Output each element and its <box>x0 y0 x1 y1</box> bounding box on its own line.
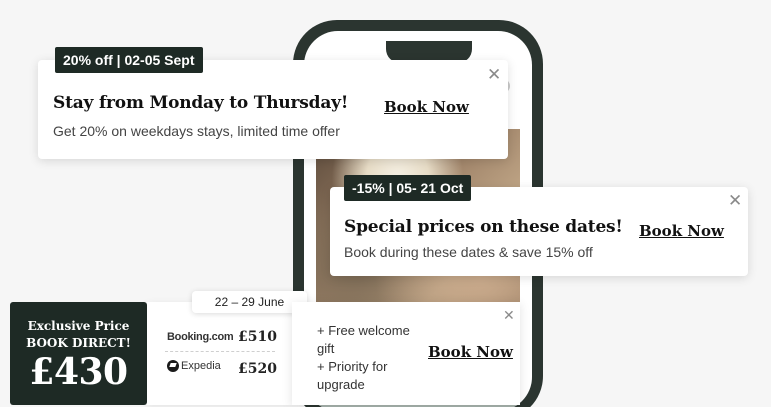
offer-tag: 20% off | 02-05 Sept <box>55 47 203 73</box>
site-price: £520 <box>238 361 277 377</box>
benefits-panel: + Free welcome gift + Priority for upgra… <box>292 302 520 405</box>
direct-price: £430 <box>29 351 128 393</box>
benefit-line: + Priority for <box>317 359 388 374</box>
book-now-link[interactable]: Book Now <box>384 98 469 116</box>
comparison-row: Booking.com £510 <box>167 326 277 350</box>
exclusive-price-panel: Exclusive Price BOOK DIRECT! £430 <box>10 302 147 405</box>
exclusive-price-label: Exclusive Price <box>27 319 130 333</box>
book-now-link[interactable]: Book Now <box>428 343 513 361</box>
expedia-logo-icon <box>167 360 179 372</box>
book-now-link[interactable]: Book Now <box>639 222 724 240</box>
offer-subtitle: Book during these dates & save 15% off <box>344 244 593 260</box>
close-icon[interactable]: ✕ <box>503 308 515 322</box>
site-name: Expedia <box>181 360 221 372</box>
benefit-line: gift <box>317 341 335 356</box>
offer-card-weekdays: Stay from Monday to Thursday! Get 20% on… <box>38 60 508 159</box>
offer-subtitle: Get 20% on weekdays stays, limited time … <box>53 123 340 139</box>
site-price: £510 <box>238 329 277 345</box>
price-comparison-panel: Booking.com £510 Expedia £520 <box>147 302 292 405</box>
close-icon[interactable]: ✕ <box>487 66 501 83</box>
offer-tag: -15% | 05- 21 Oct <box>344 175 472 201</box>
benefit-line: + Free welcome <box>317 323 410 338</box>
benefit-line: upgrade <box>317 377 365 392</box>
book-direct-label: BOOK DIRECT! <box>26 336 131 350</box>
comparison-row: Expedia £520 <box>167 358 277 382</box>
offer-title: Stay from Monday to Thursday! <box>53 93 349 113</box>
benefits-list: + Free welcome gift + Priority for upgra… <box>317 322 410 394</box>
site-name: Booking.com <box>167 331 234 343</box>
divider <box>165 351 275 352</box>
close-icon[interactable]: ✕ <box>728 192 742 209</box>
date-range-pill: 22 – 29 June <box>192 291 307 313</box>
offer-title: Special prices on these dates! <box>344 217 623 237</box>
